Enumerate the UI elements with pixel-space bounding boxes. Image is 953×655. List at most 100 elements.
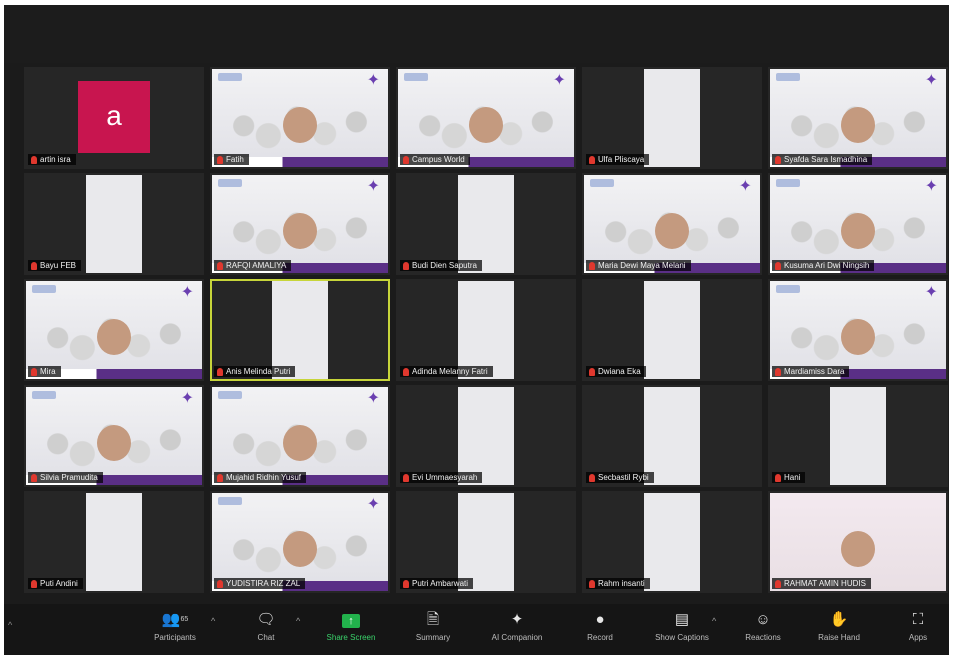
participant-name-tag: Ulfa Pliscaya — [586, 154, 650, 165]
mic-muted-icon — [403, 579, 409, 588]
participant-name: Mira — [40, 367, 56, 376]
record-button[interactable]: ● Record — [569, 608, 631, 652]
participant-tile[interactable]: Dwiana Eka — [582, 279, 762, 381]
participant-tile[interactable]: Adinda Melanny Fatri — [396, 279, 576, 381]
participant-name-tag: Secbastil Rybi — [586, 472, 654, 483]
show-captions-button[interactable]: ▤ Show Captions — [651, 608, 713, 652]
participant-video — [265, 103, 335, 167]
participant-tile[interactable]: Hani — [768, 385, 948, 487]
participants-icon: 👥65 — [161, 611, 189, 628]
apps-button[interactable]: ⛶ Apps — [887, 608, 949, 652]
participant-video — [79, 315, 149, 379]
participant-name-tag: Bayu FEB — [28, 260, 82, 271]
share-screen-button[interactable]: ↑ Share Screen — [320, 608, 382, 652]
participant-tile[interactable]: Putri Ambarwati — [396, 491, 576, 593]
chat-button[interactable]: 🗨 Chat — [235, 608, 297, 652]
participant-name-tag: Putri Ambarwati — [400, 578, 474, 589]
participants-caret-icon[interactable]: ^ — [211, 616, 215, 626]
participant-tile[interactable]: Evi Ummaesyarah — [396, 385, 576, 487]
participant-tile[interactable]: RAHMAT AMIN HUDIS — [768, 491, 948, 593]
portrait-video — [458, 281, 514, 379]
summary-icon: 🗎 — [426, 611, 440, 628]
star-logo-icon: ✦ — [366, 390, 380, 407]
sparkle-icon: ✦ — [510, 611, 524, 628]
participant-tile[interactable]: Budi Dien Saputra — [396, 173, 576, 275]
reactions-label: Reactions — [745, 633, 781, 642]
participant-name: Hani — [784, 473, 801, 482]
participant-name-tag: Budi Dien Saputra — [400, 260, 482, 271]
mic-muted-icon — [403, 261, 409, 270]
participant-name: Silvia Pramudita — [40, 473, 98, 482]
portrait-video — [458, 175, 514, 273]
participant-name: Campus World — [412, 155, 465, 164]
participant-tile[interactable]: ✦ YUDISTIRA RIZ ZAL — [210, 491, 390, 593]
portrait-video — [644, 281, 700, 379]
chat-caret-icon[interactable]: ^ — [296, 616, 300, 626]
participant-tile[interactable]: ✦ RAFQI AMALIYA — [210, 173, 390, 275]
participant-name-tag: Anis Melinda Putri — [214, 366, 296, 377]
participant-name-tag: Mujahid Ridhin Yusuf — [214, 472, 307, 483]
participant-name-tag: Adinda Melanny Fatri — [400, 366, 493, 377]
participant-tile[interactable]: ✦ Kusuma Ari Dwi Ningsih — [768, 173, 948, 275]
participant-name: Maria Dewi Maya Melani — [598, 261, 686, 270]
mic-muted-icon — [775, 261, 781, 270]
portrait-video — [86, 493, 142, 591]
mic-muted-icon — [775, 579, 781, 588]
audio-caret-icon[interactable]: ^ — [8, 620, 12, 630]
participant-tile[interactable]: ✦ Mujahid Ridhin Yusuf — [210, 385, 390, 487]
star-logo-icon: ✦ — [552, 72, 566, 89]
participant-tile[interactable]: Rahm insanti — [582, 491, 762, 593]
participant-tile[interactable]: ✦ Silvia Pramudita — [24, 385, 204, 487]
raise-hand-button[interactable]: ✋ Raise Hand — [808, 608, 870, 652]
participants-count: 65 — [180, 616, 189, 623]
summary-button[interactable]: 🗎 Summary — [402, 608, 464, 652]
portrait-video — [272, 281, 328, 379]
participant-name-tag: Evi Ummaesyarah — [400, 472, 483, 483]
participant-tile[interactable]: Secbastil Rybi — [582, 385, 762, 487]
participant-tile[interactable]: Anis Melinda Putri — [210, 279, 390, 381]
participant-name-tag: RAHMAT AMIN HUDIS — [772, 578, 871, 589]
captions-icon: ▤ — [674, 611, 690, 628]
star-logo-icon: ✦ — [180, 390, 194, 407]
chat-icon: 🗨 — [256, 611, 276, 628]
participants-button[interactable]: 👥65 Participants — [144, 608, 206, 652]
participant-tile[interactable]: ✦ Mardiamiss Dara — [768, 279, 948, 381]
show-captions-label: Show Captions — [655, 633, 709, 642]
participant-tile[interactable]: Puti Andini — [24, 491, 204, 593]
participant-tile[interactable]: Bayu FEB — [24, 173, 204, 275]
participant-name-tag: Hani — [772, 472, 806, 483]
mic-muted-icon — [217, 473, 223, 482]
record-label: Record — [587, 633, 613, 642]
mic-muted-icon — [589, 155, 595, 164]
participant-name: Syafda Sara Ismadhina — [784, 155, 868, 164]
participant-name-tag: YUDISTIRA RIZ ZAL — [214, 578, 306, 589]
participant-tile[interactable]: ✦ Campus World — [396, 67, 576, 169]
meeting-toolbar: ^ 👥65 Participants ^ 🗨 Chat ^ ↑ Share Sc… — [4, 604, 949, 655]
zoom-meeting-window: a artin isra ✦ Fatih ✦ Campus World Ulfa Pl… — [4, 5, 949, 655]
chat-label: Chat — [257, 633, 275, 642]
participant-name: RAFQI AMALIYA — [226, 261, 287, 270]
mic-muted-icon — [403, 473, 409, 482]
participant-tile[interactable]: ✦ Mira — [24, 279, 204, 381]
captions-caret-icon[interactable]: ^ — [712, 616, 716, 626]
participant-name-tag: Campus World — [400, 154, 470, 165]
raise-hand-label: Raise Hand — [818, 633, 860, 642]
participant-tile[interactable]: a artin isra — [24, 67, 204, 169]
star-logo-icon: ✦ — [180, 284, 194, 301]
participant-name: Kusuma Ari Dwi Ningsih — [784, 261, 870, 270]
mic-muted-icon — [31, 579, 37, 588]
participant-tile[interactable]: Ulfa Pliscaya — [582, 67, 762, 169]
participant-name: Bayu FEB — [40, 261, 77, 270]
top-bar — [4, 5, 949, 63]
participant-tile[interactable]: ✦ Maria Dewi Maya Melani — [582, 173, 762, 275]
star-logo-icon: ✦ — [366, 496, 380, 513]
ai-companion-button[interactable]: ✦ AI Companion — [486, 608, 548, 652]
summary-label: Summary — [415, 633, 451, 642]
participant-name: Mujahid Ridhin Yusuf — [226, 473, 302, 482]
participant-tile[interactable]: ✦ Syafda Sara Ismadhina — [768, 67, 948, 169]
hand-icon: ✋ — [829, 611, 849, 628]
mic-muted-icon — [589, 473, 595, 482]
reactions-button[interactable]: ☺ Reactions — [732, 608, 794, 652]
participant-tile[interactable]: ✦ Fatih — [210, 67, 390, 169]
participant-name: Rahm insanti — [598, 579, 645, 588]
